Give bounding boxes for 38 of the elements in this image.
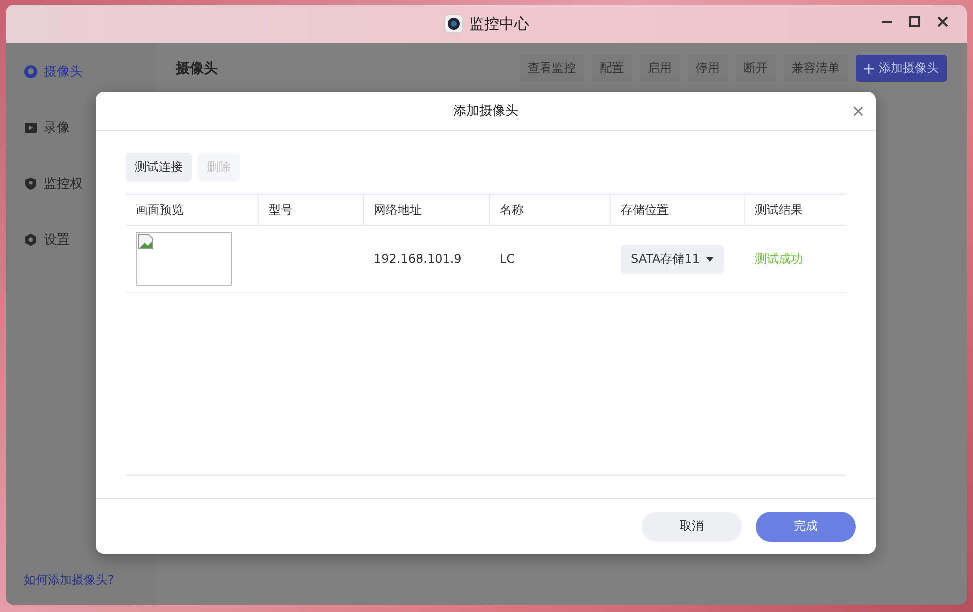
broken-image-icon — [138, 234, 154, 250]
toolbar-button[interactable]: 查看监控 — [520, 55, 584, 82]
toolbar-button[interactable]: 兼容清单 — [784, 55, 848, 82]
help-link[interactable]: 如何添加摄像头? — [24, 572, 114, 589]
camera-icon — [24, 65, 38, 79]
column-header: 存储位置 — [611, 195, 745, 225]
caret-icon — [706, 256, 714, 262]
dialog-button[interactable]: 完成 — [756, 512, 856, 542]
table-cell: LC — [500, 252, 516, 266]
dialog-button[interactable]: 取消 — [642, 512, 742, 542]
sidebar-item[interactable]: 摄像头 — [24, 63, 156, 81]
sidebar-item[interactable]: 录像 — [24, 119, 156, 137]
toolbar-button[interactable]: 添加摄像头 — [856, 55, 947, 82]
action-button[interactable]: 测试连接 — [126, 153, 192, 182]
settings-icon — [24, 233, 38, 247]
video-icon — [24, 121, 38, 135]
maximize-icon[interactable] — [909, 16, 921, 28]
section-title: 摄像头 — [176, 60, 218, 78]
plus-icon — [864, 64, 874, 74]
camera-app-icon — [444, 14, 464, 34]
column-header: 测试结果 — [754, 202, 804, 218]
close-icon[interactable] — [853, 106, 864, 117]
toolbar-button[interactable]: 断开 — [736, 55, 776, 82]
sidebar-item[interactable]: 设置 — [24, 231, 156, 249]
storage-dropdown[interactable]: SATA存储11 — [621, 244, 724, 274]
toolbar-button[interactable]: 启用 — [640, 55, 680, 82]
toolbar-button[interactable]: 停用 — [688, 55, 728, 82]
shield-icon — [24, 177, 38, 191]
window-title: 监控中心 — [470, 14, 530, 34]
close-icon[interactable] — [937, 16, 949, 28]
dialog-title: 添加摄像头 — [454, 103, 518, 120]
column-header: 型号 — [259, 195, 364, 225]
status-text: 测试成功 — [755, 250, 803, 268]
column-header: 名称 — [490, 195, 611, 225]
column-header: 网络地址 — [364, 195, 490, 225]
toolbar-button[interactable]: 配置 — [592, 55, 632, 82]
table-cell: 192.168.101.9 — [374, 252, 462, 266]
column-header: 画面预览 — [126, 195, 259, 225]
